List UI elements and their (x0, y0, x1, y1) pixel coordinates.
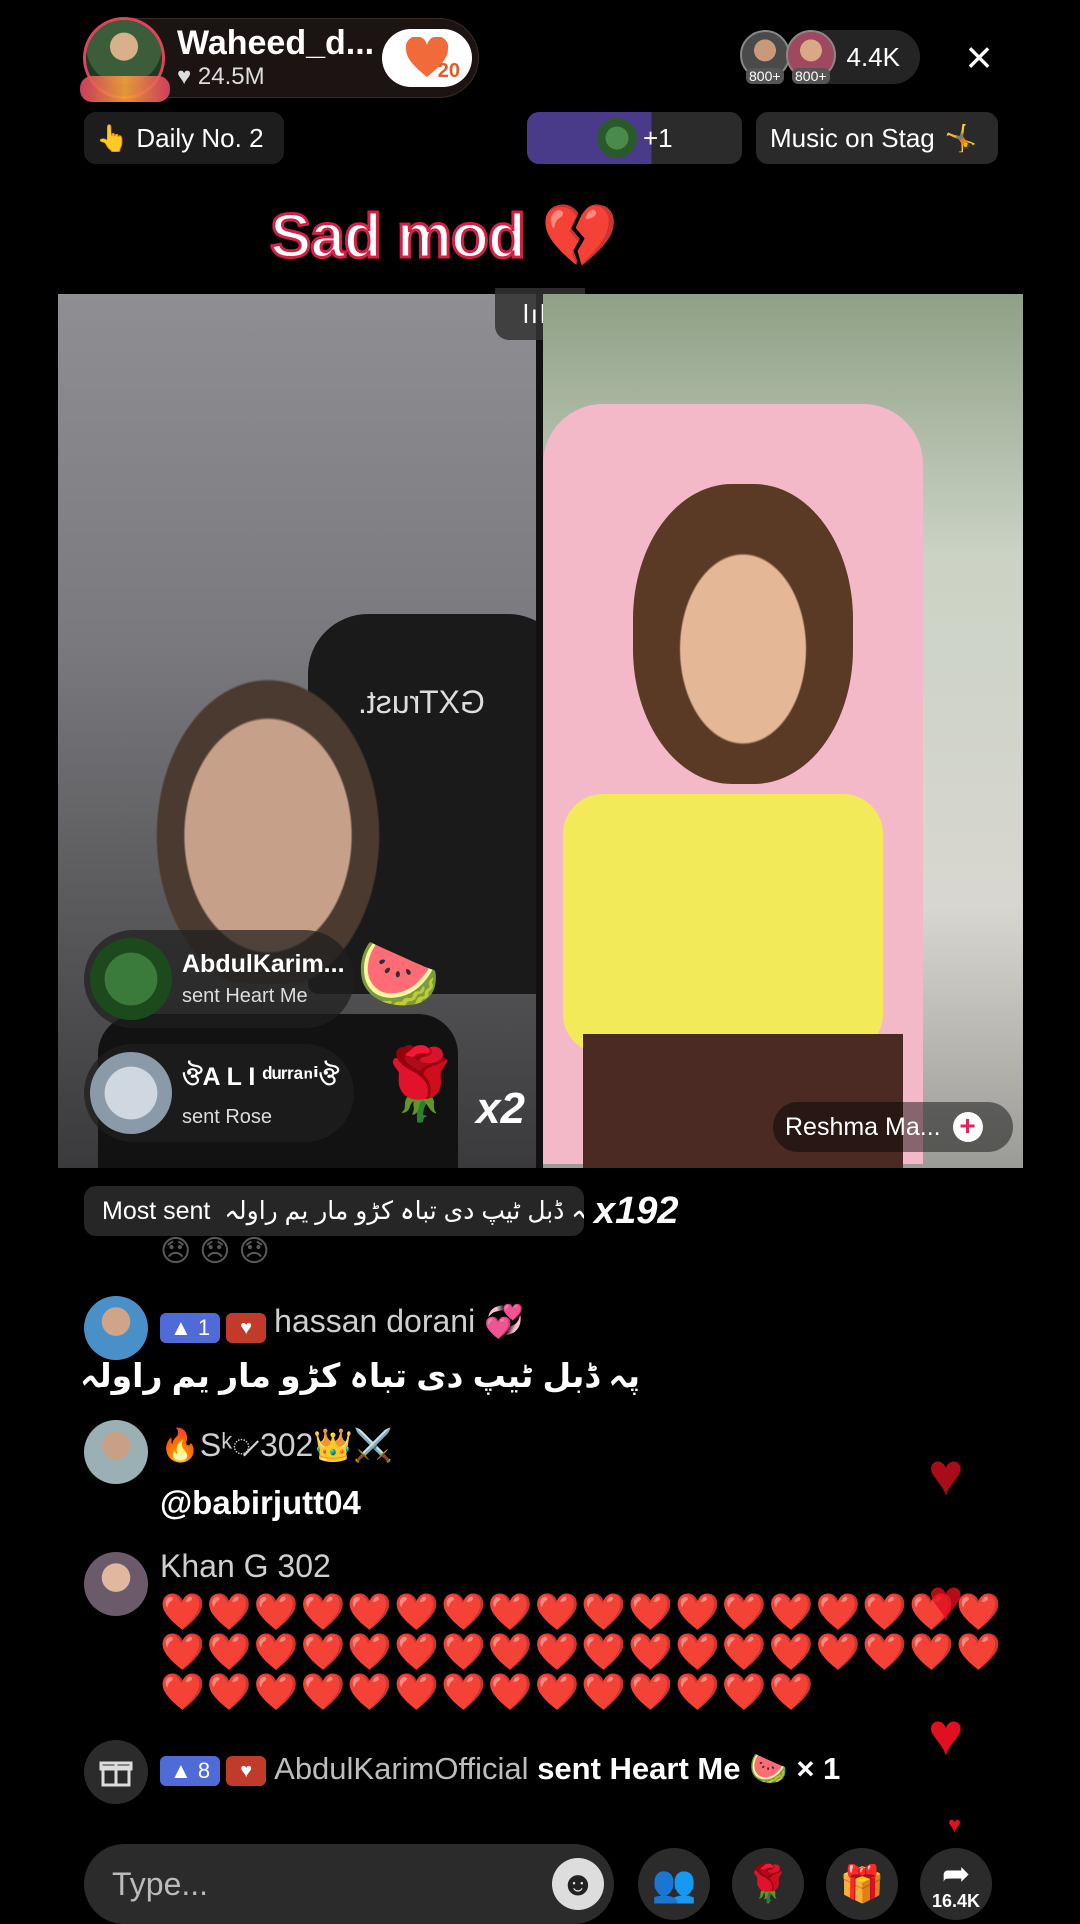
heart-badge-icon: 20 (404, 36, 460, 82)
hand-icon: 👆 (96, 122, 129, 153)
gift-notice: ▲ 8 ♥ AbdulKarimOfficial sent Heart Me 🍉 ×… (160, 1750, 840, 1787)
daily-rank-label: Daily No. 2 (136, 122, 264, 153)
fan-badge-icon: ♥ (226, 1312, 267, 1343)
comment-text: پہ ڈبل ٹیپ دی تباہ کڑو مار یم راولہ (79, 1357, 640, 1394)
guest-name-tag[interactable]: Reshma Ma... + (773, 1102, 1013, 1152)
comment-text: @babirjutt04 (160, 1484, 361, 1521)
level-badge: ▲ 8 (160, 1755, 221, 1786)
share-count: 16.4K (931, 1890, 981, 1911)
heart-me-icon: 🍉 (749, 1751, 788, 1786)
top-viewer-avatar[interactable]: 800+ (786, 30, 836, 84)
commenter-avatar[interactable] (84, 1296, 148, 1360)
dancer-icon: 🤸 (944, 122, 978, 153)
viewer-count-label: 4.4K (846, 41, 901, 72)
heart-icon: ♥ (177, 63, 192, 90)
most-sent-text: پہ ڈبل ٹیپ دی تباہ کڑو مار یم راولہ (224, 1197, 584, 1225)
daily-rank-chip[interactable]: 👆 Daily No. 2 (84, 112, 284, 164)
comment-hearts: ❤️❤️❤️❤️❤️❤️❤️❤️❤️❤️❤️❤️❤️❤️❤️❤️❤️❤️ (160, 1631, 1003, 1672)
emoji-icon[interactable]: ☻ (552, 1858, 604, 1910)
floating-heart-icon: ♥ (928, 1701, 964, 1768)
guest-name: Reshma Ma... (785, 1112, 941, 1141)
share-arrow-icon: ➦ (941, 1854, 971, 1893)
follow-guest-button[interactable]: + (952, 1112, 983, 1142)
gift-box-icon[interactable] (84, 1740, 148, 1804)
multi-guest-icon[interactable]: 👥 (638, 1848, 710, 1920)
follow-button[interactable]: 20 (382, 29, 472, 87)
commenter-name[interactable]: 🔥Sᵏ◌̷ 302👑⚔️ (160, 1427, 393, 1463)
gift-notice-action: sent Heart Me (537, 1751, 741, 1786)
heart-me-gift-icon: 🍉 (356, 936, 441, 1012)
gift-sender-name[interactable]: AbdulKarimOfficial (274, 1751, 528, 1786)
gifter-avatar (90, 1052, 172, 1134)
gifter-name: ঔA L I ᵈᵘʳʳᵃⁿⁱঔ (182, 1063, 340, 1091)
gift-toast[interactable]: AbdulKarim... sent Heart Me (84, 930, 354, 1028)
gift-action: sent Rose (182, 1106, 273, 1128)
commenter-avatar[interactable] (84, 1552, 148, 1616)
floating-heart-icon: ♥ (928, 1567, 964, 1634)
commenter-name[interactable]: hassan dorani 💞 (274, 1303, 524, 1339)
follow-badge-count: 20 (437, 60, 460, 82)
faded-emoji-row: 😞😞😞 (160, 1235, 278, 1268)
gift-multiplier: x2 (476, 1084, 525, 1133)
stream-title: Sad mod 💔 (268, 201, 619, 273)
comment-hearts: ❤️❤️❤️❤️❤️❤️❤️❤️❤️❤️❤️❤️❤️❤️❤️❤️❤️❤️ (160, 1591, 1003, 1632)
level-badge: ▲ 1 (160, 1312, 221, 1343)
comment-hearts: ❤️❤️❤️❤️❤️❤️❤️❤️❤️❤️❤️❤️❤️❤️ (160, 1671, 816, 1712)
comment-input[interactable]: Type... (84, 1844, 614, 1924)
comment-header: 🔥Sᵏ◌̷ 302👑⚔️ (160, 1426, 393, 1464)
chair-brand: GXTrust. (358, 684, 485, 720)
gift-action: sent Heart Me (182, 985, 308, 1007)
share-button[interactable]: ➦ 16.4K (920, 1848, 992, 1920)
fan-badge-icon: ♥ (226, 1755, 267, 1786)
music-label: Music on Stag (770, 122, 935, 153)
host-avatar[interactable] (80, 17, 170, 102)
rose-gift-button[interactable]: 🌹 (732, 1848, 804, 1920)
commenter-avatar[interactable] (84, 1420, 148, 1484)
music-on-stage-chip[interactable]: Music on Stag 🤸 (756, 112, 998, 164)
split-divider (536, 294, 543, 1168)
gift-toast[interactable]: ঔA L I ᵈᵘʳʳᵃⁿⁱঔ sent Rose (84, 1044, 354, 1142)
comment-header: ▲ 1 ♥ hassan dorani 💞 (160, 1302, 524, 1343)
host-info-pill[interactable]: Waheed_d... ♥ 24.5M 20 (80, 17, 479, 102)
most-sent-multiplier: x192 (594, 1190, 679, 1232)
gift-button[interactable]: 🎁 (826, 1848, 898, 1920)
host-video[interactable]: GXTrust. AbdulKarim... sent Heart Me 🍉 ঔ… (58, 294, 536, 1168)
guest-count: +1 (643, 122, 673, 153)
gifter-avatar (90, 938, 172, 1020)
gifter-name: AbdulKarim... (182, 950, 345, 978)
most-sent-bar[interactable]: Most sent پہ ڈبل ٹیپ دی تباہ کڑو مار یم … (84, 1186, 584, 1236)
guest-chip[interactable]: +1 (527, 112, 742, 164)
guest-avatar (597, 118, 637, 158)
floating-heart-icon: ♥ (948, 1812, 962, 1837)
comment-header: Khan G 302 (160, 1548, 331, 1585)
gift-notice-count: × 1 (796, 1751, 841, 1786)
viewer-badge: 800+ (746, 68, 784, 84)
guest-shirt (563, 794, 883, 1054)
input-placeholder: Type... (112, 1865, 209, 1902)
viewer-badge: 800+ (792, 68, 830, 84)
host-likes: ♥ 24.5M (177, 63, 265, 90)
rose-gift-icon: 🌹 (376, 1045, 464, 1123)
most-sent-label: Most sent (102, 1196, 211, 1225)
commenter-name[interactable]: Khan G 302 (160, 1548, 331, 1584)
host-name: Waheed_d... (177, 24, 375, 62)
floating-heart-icon: ♥ (928, 1441, 964, 1508)
guest-video[interactable]: Reshma Ma... + (543, 294, 1023, 1168)
guest-person (633, 484, 853, 784)
top-viewer-avatar[interactable]: 800+ (740, 30, 790, 84)
close-button[interactable]: × (955, 34, 1003, 82)
